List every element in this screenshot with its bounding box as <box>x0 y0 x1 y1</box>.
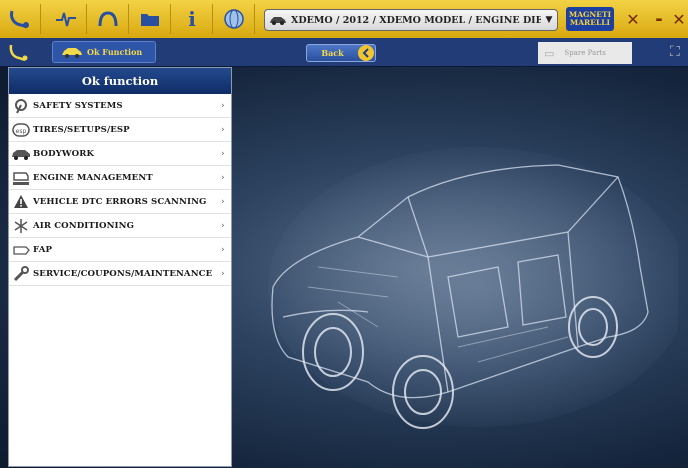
menu-item-air-conditioning[interactable]: AIR CONDITIONING › <box>9 214 231 238</box>
menu-item-label: FAP <box>33 244 53 255</box>
magneti-marelli-logo: MAGNETI MARELLI <box>566 7 614 31</box>
menu-item-vehicle-dtc-errors-scanning[interactable]: VEHICLE DTC ERRORS SCANNING › <box>9 190 231 214</box>
folder-icon[interactable] <box>136 5 164 33</box>
chevron-right-icon: › <box>221 268 225 279</box>
menu-item-tires-setups-esp[interactable]: esp TIRES/SETUPS/ESP › <box>9 118 231 142</box>
menu-item-bodywork[interactable]: BODYWORK › <box>9 142 231 166</box>
tools-icon[interactable]: ✕ <box>622 8 644 30</box>
menu-item-label: TIRES/SETUPS/ESP <box>33 124 130 135</box>
ok-function-panel: Ok function SAFETY SYSTEMS › esp TIRES/S… <box>8 67 232 467</box>
chevron-right-icon: › <box>221 100 225 111</box>
chevron-right-icon: › <box>221 148 225 159</box>
expand-icon[interactable]: ⛶ <box>670 44 680 60</box>
navigation-bar: Ok Function Back ▭ Spare Parts ⛶ <box>0 38 688 67</box>
menu-item-label: AIR CONDITIONING <box>33 220 135 231</box>
panel-title: Ok function <box>9 68 231 94</box>
minimize-button[interactable]: - <box>648 8 670 30</box>
back-arrow-icon <box>358 45 374 61</box>
car-wireframe-image <box>268 147 678 429</box>
back-button[interactable]: Back <box>306 44 376 62</box>
chevron-right-icon: › <box>221 220 225 231</box>
menu-item-service-coupons-maintenance[interactable]: SERVICE/COUPONS/MAINTENANCE › <box>9 262 231 286</box>
vehicle-selector-text: XDEMO / 2012 / XDEMO MODEL / ENGINE DIES… <box>291 14 541 26</box>
close-button[interactable]: ✕ <box>668 8 688 30</box>
globe-icon[interactable] <box>220 5 248 33</box>
wrench-icon <box>9 264 33 284</box>
menu-item-label: VEHICLE DTC ERRORS SCANNING <box>33 196 207 207</box>
menu-item-label: SAFETY SYSTEMS <box>33 100 123 111</box>
car-diagnosis-icon[interactable] <box>6 5 34 33</box>
menu-item-fap[interactable]: FAP › <box>9 238 231 262</box>
back-button-label: Back <box>321 48 344 58</box>
vehicle-selector[interactable]: XDEMO / 2012 / XDEMO MODEL / ENGINE DIES… <box>264 9 558 31</box>
pulse-icon[interactable] <box>52 5 80 33</box>
info-icon[interactable]: i <box>178 5 206 33</box>
steering-wheel-icon <box>9 96 33 116</box>
main-area: Ok function SAFETY SYSTEMS › esp TIRES/S… <box>0 67 688 468</box>
car-icon <box>61 43 83 62</box>
menu-item-engine-management[interactable]: ENGINE MANAGEMENT › <box>9 166 231 190</box>
chevron-down-icon[interactable]: ▼ <box>541 15 557 25</box>
snowflake-icon <box>9 216 33 236</box>
chevron-right-icon: › <box>221 124 225 135</box>
top-toolbar: i XDEMO / 2012 / XDEMO MODEL / ENGINE DI… <box>0 0 688 39</box>
svg-text:esp: esp <box>16 128 27 135</box>
warning-icon <box>9 192 33 212</box>
spare-parts-icon: ▭ <box>544 46 555 60</box>
menu-item-label: BODYWORK <box>33 148 95 159</box>
car-diagnosis-small-icon[interactable] <box>8 43 40 63</box>
spare-parts-button[interactable]: ▭ Spare Parts <box>538 42 632 64</box>
ok-function-tab-label: Ok Function <box>87 47 143 57</box>
spare-parts-label: Spare Parts <box>564 49 606 57</box>
car-icon <box>265 15 291 25</box>
menu-item-label: ENGINE MANAGEMENT <box>33 172 153 183</box>
menu-item-label: SERVICE/COUPONS/MAINTENANCE <box>33 268 213 279</box>
filter-icon <box>9 240 33 260</box>
chevron-right-icon: › <box>221 172 225 183</box>
menu-item-safety-systems[interactable]: SAFETY SYSTEMS › <box>9 94 231 118</box>
signal-icon[interactable] <box>94 5 122 33</box>
ok-function-tab[interactable]: Ok Function <box>52 41 156 63</box>
chevron-right-icon: › <box>221 244 225 255</box>
chevron-right-icon: › <box>221 196 225 207</box>
car-body-icon <box>9 144 33 164</box>
tire-icon: esp <box>9 120 33 140</box>
check-engine-icon <box>9 168 33 188</box>
